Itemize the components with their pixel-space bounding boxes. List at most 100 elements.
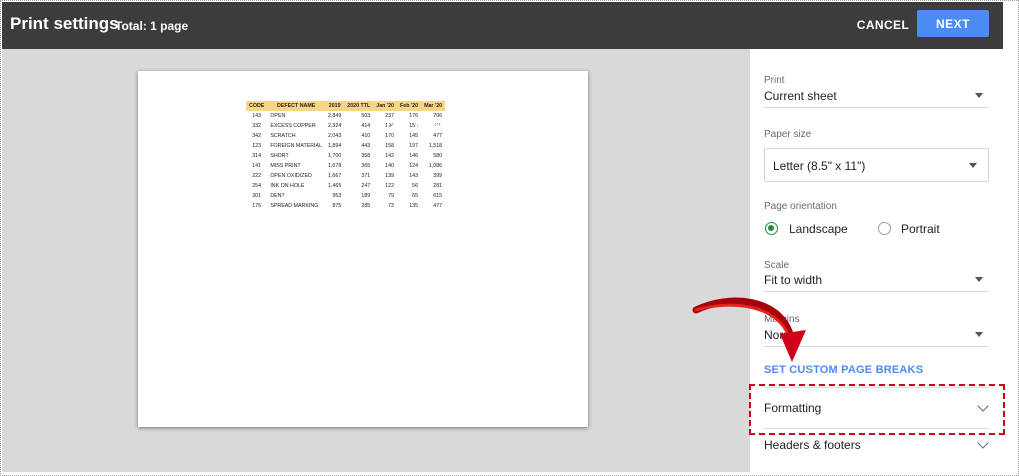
orientation-label: Page orientation <box>764 201 837 212</box>
table-cell: 365 <box>361 163 371 169</box>
total-cell: 1,342 <box>527 118 558 132</box>
print-select[interactable]: Current sheet <box>764 87 988 108</box>
total-cell: 799 <box>563 118 584 132</box>
annotation-arrow-icon <box>692 297 806 362</box>
table-cell: 197 <box>409 143 419 149</box>
table-cell: 135 <box>409 203 419 209</box>
table-cell: SPREAD MARKING <box>270 203 319 209</box>
table-cell: 410 <box>361 133 371 139</box>
table-cell: 301 <box>252 193 262 199</box>
table-cell: 73 <box>388 203 395 209</box>
paper-size-select[interactable]: Letter (8.5" x 11") <box>764 148 989 182</box>
table-cell: 314 <box>252 153 262 159</box>
table-cell: DENT <box>270 193 285 199</box>
table-row: 342 SCRATCH 2,043 410 170 145 477 <box>246 131 445 141</box>
table-cell: 342 <box>252 133 262 139</box>
table-cell: 953 <box>332 193 342 199</box>
next-button[interactable]: NEXT <box>917 10 989 37</box>
table-cell: 247 <box>361 183 371 189</box>
table-cell: FOREIGN MATERIAL <box>270 143 323 149</box>
scale-label: Scale <box>764 260 790 271</box>
print-label: Print <box>764 75 785 86</box>
table-cell: 65 <box>412 193 419 199</box>
table-cell: 254 <box>252 183 262 189</box>
table-cell: 477 <box>433 203 443 209</box>
table-cell: 1,518 <box>428 143 443 149</box>
dropdown-caret-icon <box>975 93 983 98</box>
table-row: 123 FOREIGN MATERIAL 1,894 443 158 197 1,518 <box>246 141 445 151</box>
dropdown-caret-icon <box>975 277 983 282</box>
landscape-radio[interactable] <box>765 222 778 235</box>
table-cell: 170 <box>385 133 395 139</box>
column-header: DEFECT NAME <box>267 101 326 111</box>
table-cell: OPEN OXIDIZED <box>270 173 312 179</box>
table-cell: 146 <box>409 153 419 159</box>
table-cell: SHORT <box>270 153 289 159</box>
table-cell: 1,086 <box>428 163 443 169</box>
table-cell: 56 <box>412 183 419 189</box>
column-header: 2020 TTL <box>344 101 374 111</box>
table-cell: 2,043 <box>328 133 342 139</box>
table-cell: SCRATCH <box>270 133 296 139</box>
table-cell: 139 <box>385 173 395 179</box>
table-row: 176 SPREAD MARKING 875 285 73 135 477 <box>246 201 445 211</box>
headers-footers-section[interactable]: Headers & footers <box>764 437 989 452</box>
table-cell: 371 <box>361 173 371 179</box>
table-cell: 1,678 <box>328 163 342 169</box>
table-row: 222 OPEN OXIDIZED 1,667 371 139 143 399 <box>246 171 445 181</box>
table-cell: 368 <box>361 153 371 159</box>
table-cell: 140 <box>385 163 395 169</box>
print-preview-area: CODE DEFECT NAME 2019 2020 TTL Jan '20 F… <box>2 49 750 472</box>
headers-footers-label: Headers & footers <box>764 438 861 452</box>
landscape-label[interactable]: Landscape <box>789 222 848 236</box>
table-cell: 332 <box>252 123 262 129</box>
table-cell: 399 <box>433 173 443 179</box>
table-header-row: CODE DEFECT NAME 2019 2020 TTL Jan '20 F… <box>246 101 446 111</box>
table-cell: 123 <box>252 143 262 149</box>
table-cell: 2,324 <box>328 123 342 129</box>
table-cell: 143 <box>409 173 419 179</box>
table-cell: 1,700 <box>328 153 342 159</box>
table-cell: 158 <box>385 143 395 149</box>
table-cell: 443 <box>361 143 371 149</box>
table-cell: 615 <box>433 193 443 199</box>
table-row: 314 SHORT 1,700 368 142 146 580 <box>246 151 445 161</box>
cancel-button[interactable]: CANCEL <box>849 11 917 38</box>
print-value: Current sheet <box>764 89 837 103</box>
total-cell: 1,454 <box>491 118 522 132</box>
formatting-highlight-box <box>749 384 1005 435</box>
table-cell: 189 <box>361 193 371 199</box>
portrait-label[interactable]: Portrait <box>901 222 940 236</box>
scale-value: Fit to width <box>764 273 823 287</box>
total-cell: 3,595 <box>455 118 486 132</box>
preview-page: CODE DEFECT NAME 2019 2020 TTL Jan '20 F… <box>138 71 588 427</box>
column-header: CODE <box>246 101 268 111</box>
paper-size-label: Paper size <box>764 129 812 140</box>
table-cell: 145 <box>409 133 419 139</box>
chevron-down-icon <box>977 437 989 449</box>
portrait-radio[interactable] <box>878 222 891 235</box>
table-cell: MISS PRINT <box>270 163 301 169</box>
table-total-row: TOTAL 17,448 3,595 1,454 1,342 799 <box>359 118 587 132</box>
column-header: Mar '20 <box>421 101 446 111</box>
table-cell: 79 <box>388 193 395 199</box>
table-cell: 477 <box>433 133 443 139</box>
table-row: 301 DENT 953 189 79 65 615 <box>246 191 445 201</box>
table-cell: 176 <box>252 203 262 209</box>
table-cell: EXCESS COPPER <box>270 123 316 129</box>
total-pages: Total: 1 page <box>115 19 189 33</box>
table-cell: 1,894 <box>328 143 342 149</box>
table-cell: 122 <box>385 183 395 189</box>
scale-select[interactable]: Fit to width <box>764 271 988 292</box>
table-cell: 141 <box>252 163 262 169</box>
table-cell: 1,667 <box>328 173 342 179</box>
table-cell: INK ON HOLE <box>270 183 305 189</box>
table-cell: 2,849 <box>328 113 342 119</box>
table-cell: 281 <box>433 183 443 189</box>
total-cell: 17,448 <box>412 118 450 132</box>
table-cell: 142 <box>385 153 395 159</box>
table-cell: 1,465 <box>328 183 342 189</box>
dropdown-caret-icon <box>975 332 983 337</box>
table-cell: 222 <box>252 173 262 179</box>
table-cell: 124 <box>409 163 419 169</box>
